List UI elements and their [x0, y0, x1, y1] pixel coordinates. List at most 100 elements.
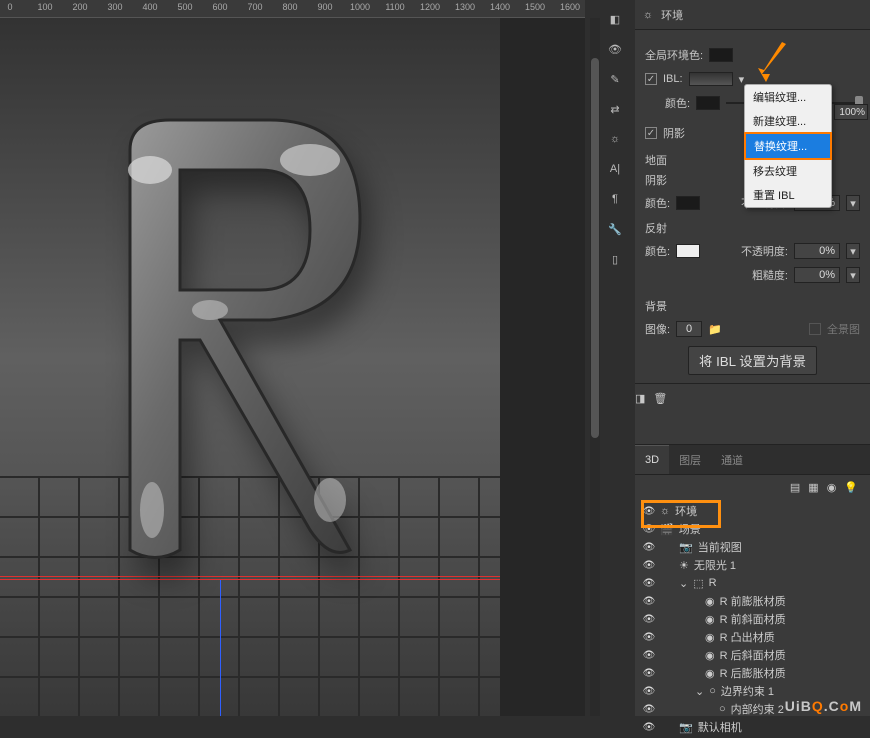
visibility-toggle[interactable]: 👁: [643, 631, 655, 643]
ground-shadow-color-swatch[interactable]: [676, 196, 700, 210]
tab-3d[interactable]: 3D: [635, 445, 669, 474]
tree-item-material[interactable]: 👁 ◉ R 前斜面材质: [643, 610, 862, 628]
refl-color-label: 颜色:: [645, 243, 670, 259]
tree-item-material[interactable]: 👁 ◉ R 前膨胀材质: [643, 592, 862, 610]
ruler-horizontal: 0 100 200 300 400 500 600 700 800 900 10…: [0, 0, 585, 18]
menu-replace-texture[interactable]: 替换纹理...: [744, 132, 832, 160]
background-label: 背景: [645, 298, 860, 314]
text-a-tool-icon[interactable]: A|: [604, 158, 626, 180]
expand-icon[interactable]: ⌄: [679, 577, 688, 590]
visibility-toggle[interactable]: 👁: [643, 541, 655, 553]
tree-item-infinite-light[interactable]: 👁 ☀ 无限光 1: [643, 556, 862, 574]
settings-tool-icon[interactable]: ⇄: [604, 98, 626, 120]
filter-light-icon[interactable]: 💡: [844, 481, 858, 494]
eye-tool-icon[interactable]: 👁: [604, 38, 626, 60]
viewport-3d[interactable]: 0 100 200 300 400 500 600 700 800 900 10…: [0, 0, 585, 716]
tree-label: R 前斜面材质: [720, 611, 786, 627]
constraint-icon: ○: [709, 685, 716, 697]
visibility-toggle[interactable]: 👁: [643, 595, 655, 607]
panel-tabs: 3D 图层 通道: [635, 445, 870, 475]
roughness-label: 粗糙度:: [752, 267, 788, 283]
tab-layers[interactable]: 图层: [669, 445, 711, 474]
light-tool-icon[interactable]: ☼: [604, 128, 626, 150]
global-env-color-label: 全局环境色:: [645, 47, 703, 63]
menu-remove-texture[interactable]: 移去纹理: [745, 159, 831, 183]
global-env-color-swatch[interactable]: [709, 48, 733, 62]
panorama-label: 全景图: [827, 321, 860, 337]
tree-item-current-view[interactable]: 👁 📷 当前视图: [643, 538, 862, 556]
refl-opacity-value[interactable]: 0%: [794, 243, 840, 259]
tree-label: R 后斜面材质: [720, 647, 786, 663]
paragraph-tool-icon[interactable]: ¶: [604, 188, 626, 210]
shadow-label: 阴影: [663, 125, 685, 141]
refl-opacity-label: 不透明度:: [741, 243, 788, 259]
panorama-checkbox[interactable]: [809, 323, 821, 335]
wrench-tool-icon[interactable]: 🔧: [604, 218, 626, 240]
tree-label: 无限光 1: [694, 557, 736, 573]
shadow-checkbox[interactable]: ✓: [645, 127, 657, 139]
ibl-intensity-value[interactable]: 100%: [834, 104, 868, 120]
tree-item-material[interactable]: 👁 ◉ R 后斜面材质: [643, 646, 862, 664]
refl-color-swatch[interactable]: [676, 244, 700, 258]
document-tool-icon[interactable]: ▯: [604, 248, 626, 270]
bg-image-label: 图像:: [645, 321, 670, 337]
tree-item-scene[interactable]: 👁 🎬 场景: [643, 520, 862, 538]
visibility-toggle[interactable]: 👁: [643, 559, 655, 571]
camera-icon: 📷: [679, 721, 693, 734]
3d-panel: 3D 图层 通道 ▤ ▦ ◉ 💡 👁 ☼ 环境 👁 🎬 场景 👁 📷 当前视图 …: [635, 444, 870, 716]
filter-scene-icon[interactable]: ▤: [790, 481, 800, 494]
tree-label: R: [709, 577, 717, 589]
visibility-toggle[interactable]: 👁: [643, 577, 655, 589]
filter-material-icon[interactable]: ◉: [827, 481, 837, 494]
ibl-folder-icon[interactable]: ▾: [739, 73, 745, 86]
tree-item-material[interactable]: 👁 ◉ R 凸出材质: [643, 628, 862, 646]
3d-object-r[interactable]: [60, 80, 400, 600]
opacity-dropdown[interactable]: ▾: [846, 195, 860, 211]
roughness-value[interactable]: 0%: [794, 267, 840, 283]
tab-channels[interactable]: 通道: [711, 445, 753, 474]
visibility-toggle[interactable]: 👁: [643, 523, 655, 535]
viewport-scrollbar[interactable]: [590, 18, 600, 716]
tree-label: R 后膨胀材质: [720, 665, 786, 681]
axis-z: [220, 580, 221, 716]
visibility-toggle[interactable]: 👁: [643, 667, 655, 679]
menu-new-texture[interactable]: 新建纹理...: [745, 109, 831, 133]
refl-opacity-dropdown[interactable]: ▾: [846, 243, 860, 259]
trash-icon[interactable]: 🗑: [653, 392, 667, 408]
visibility-toggle[interactable]: 👁: [643, 703, 655, 715]
bg-image-value[interactable]: 0: [676, 321, 702, 337]
ibl-color-label: 颜色:: [665, 95, 690, 111]
visibility-toggle[interactable]: 👁: [643, 685, 655, 697]
tree-item-material[interactable]: 👁 ◉ R 后膨胀材质: [643, 664, 862, 682]
folder-icon[interactable]: 📁: [708, 323, 722, 336]
visibility-toggle[interactable]: 👁: [643, 505, 655, 517]
roughness-dropdown[interactable]: ▾: [846, 267, 860, 283]
callout-arrow-icon: [756, 40, 792, 84]
tool-icon-1[interactable]: ◧: [604, 8, 626, 30]
tree-item-default-camera[interactable]: 👁 📷 默认相机: [643, 718, 862, 736]
tree-label: 内部约束 2: [731, 701, 784, 717]
ibl-color-swatch[interactable]: [696, 96, 720, 110]
camera-icon: 📷: [679, 541, 693, 554]
material-icon: ◉: [705, 649, 715, 662]
tree-item-environment[interactable]: 👁 ☼ 环境: [643, 502, 862, 520]
scrollbar-thumb[interactable]: [591, 58, 599, 438]
visibility-toggle[interactable]: 👁: [643, 649, 655, 661]
visibility-toggle[interactable]: 👁: [643, 613, 655, 625]
light-icon: ☀: [679, 559, 689, 572]
set-ibl-as-background-button[interactable]: 将 IBL 设置为背景: [688, 346, 817, 375]
ibl-context-menu: 编辑纹理... 新建纹理... 替换纹理... 移去纹理 重置 IBL: [744, 84, 832, 208]
expand-icon[interactable]: ⌄: [695, 685, 704, 698]
ibl-texture-swatch[interactable]: [689, 72, 733, 86]
menu-edit-texture[interactable]: 编辑纹理...: [745, 85, 831, 109]
ibl-checkbox[interactable]: ✓: [645, 73, 657, 85]
material-icon: ◉: [705, 595, 715, 608]
menu-reset-ibl[interactable]: 重置 IBL: [745, 183, 831, 207]
tree-item-r-mesh[interactable]: 👁 ⌄ ⬚ R: [643, 574, 862, 592]
filter-mesh-icon[interactable]: ▦: [808, 481, 818, 494]
brush-tool-icon[interactable]: ✎: [604, 68, 626, 90]
tree-label: 默认相机: [698, 719, 742, 735]
render-icon[interactable]: ◨: [635, 392, 645, 408]
constraint-icon: ○: [719, 703, 726, 715]
visibility-toggle[interactable]: 👁: [643, 721, 655, 733]
